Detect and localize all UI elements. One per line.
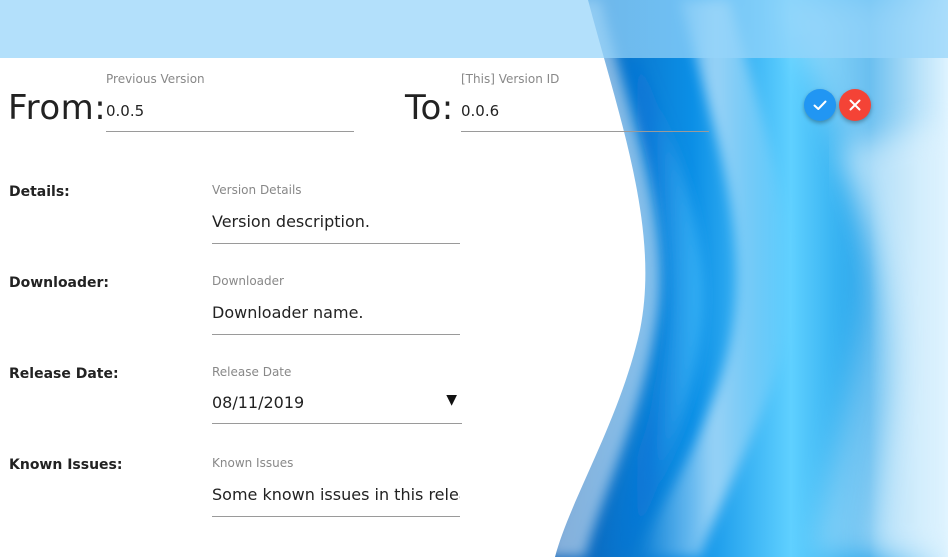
release-date-value: 08/11/2019 (212, 393, 305, 412)
release-date-row-label: Release Date: (9, 366, 119, 382)
previous-version-label: Previous Version (106, 72, 205, 86)
to-label: To: (405, 88, 454, 128)
downloader-input[interactable] (212, 292, 460, 335)
known-issues-row-label: Known Issues: (9, 457, 123, 473)
release-date-label: Release Date (212, 365, 292, 379)
version-id-input[interactable] (461, 93, 709, 132)
cancel-button[interactable] (839, 89, 871, 121)
details-row-label: Details: (9, 184, 70, 200)
known-issues-input[interactable] (212, 474, 460, 517)
confirm-button[interactable] (804, 89, 836, 121)
known-issues-label: Known Issues (212, 456, 294, 470)
version-details-input[interactable] (212, 201, 460, 244)
previous-version-input[interactable] (106, 93, 354, 132)
downloader-label: Downloader (212, 274, 284, 288)
from-label: From: (8, 88, 107, 128)
dropdown-arrow-icon[interactable]: ▼ (446, 392, 457, 408)
downloader-row-label: Downloader: (9, 275, 110, 291)
release-date-select[interactable]: 08/11/2019 ▼ (212, 381, 462, 424)
checkmark-icon (813, 100, 827, 110)
close-icon (849, 99, 861, 111)
version-details-label: Version Details (212, 183, 302, 197)
version-id-label: [This] Version ID (461, 72, 560, 86)
version-form: From: Previous Version To: [This] Versio… (0, 0, 948, 557)
